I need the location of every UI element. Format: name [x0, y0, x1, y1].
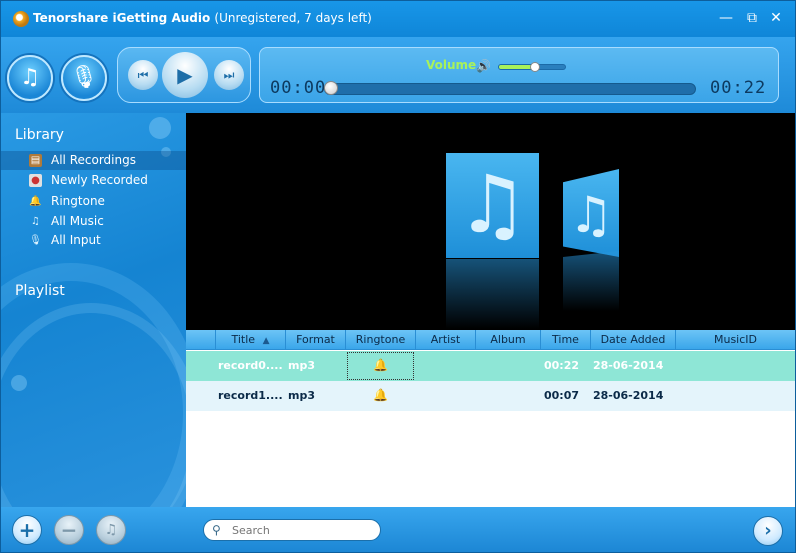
table-row[interactable]: record0.... mp3 🔔 00:22 28-06-2014: [186, 351, 795, 381]
sidebar-item-label: Ringtone: [51, 194, 105, 208]
recordings-table: Title ▲ Format Ringtone Artist Album Tim…: [186, 330, 795, 507]
sidebar-item-ringtone[interactable]: 🔔 Ringtone: [1, 192, 186, 211]
total-time: 00:22: [710, 78, 767, 98]
sidebar-item-all-input[interactable]: 🎙 All Input: [1, 231, 186, 250]
music-note-icon: ♫: [456, 158, 529, 251]
cell-time: 00:07: [544, 389, 580, 402]
cell-title: record1....: [218, 389, 283, 402]
sidebar-item-newly-recorded[interactable]: ● Newly Recorded: [1, 171, 186, 190]
column-header-date-added[interactable]: Date Added: [591, 330, 676, 350]
search-box: ⚲: [203, 519, 381, 541]
search-icon: ⚲: [212, 523, 221, 537]
music-note-icon: ♫: [20, 65, 40, 90]
column-header-artist[interactable]: Artist: [416, 330, 476, 350]
album-art-preview: ♫ ♫: [186, 113, 795, 330]
decorative-swirl: [1, 303, 186, 507]
column-header-album[interactable]: Album: [476, 330, 541, 350]
album-cover: ♫: [446, 153, 539, 258]
bell-icon[interactable]: 🔔: [373, 388, 388, 402]
app-name: Tenorshare iGetting Audio: [33, 11, 211, 25]
album-cover: ♫: [563, 169, 619, 257]
sidebar-item-label: All Recordings: [51, 153, 136, 167]
column-header-select[interactable]: [186, 330, 216, 350]
music-mode-button[interactable]: ♫: [7, 55, 53, 101]
transport-controls: ⏮ ▶ ⏭: [117, 47, 251, 103]
cell-date-added: 28-06-2014: [593, 359, 664, 372]
sidebar-item-label: All Music: [51, 214, 104, 228]
cell-date-added: 28-06-2014: [593, 389, 664, 402]
progress-panel: Volume 🔊 00:00 00:22: [259, 47, 779, 103]
bell-icon[interactable]: 🔔: [373, 358, 388, 372]
close-button[interactable]: ✕: [767, 9, 785, 27]
column-header-musicid[interactable]: MusicID: [676, 330, 795, 350]
column-header-title[interactable]: Title ▲: [216, 330, 286, 350]
play-button[interactable]: ▶: [162, 52, 208, 98]
music-convert-icon: ♫: [104, 522, 118, 538]
volume-knob[interactable]: [530, 62, 541, 72]
cell-title: record0....: [218, 359, 283, 372]
sidebar-item-label: Newly Recorded: [51, 173, 148, 187]
sidebar-item-all-recordings[interactable]: ▤ All Recordings: [1, 151, 186, 170]
remove-button[interactable]: −: [54, 515, 84, 545]
cell-album: [478, 351, 538, 381]
cell-album: [478, 381, 538, 411]
register-button[interactable]: ⧉: [743, 9, 761, 27]
volume-slider[interactable]: [498, 62, 566, 72]
column-header-ringtone[interactable]: Ringtone: [346, 330, 416, 350]
registration-status: (Unregistered, 7 days left): [214, 11, 372, 25]
window-title: Tenorshare iGetting Audio (Unregistered,…: [33, 11, 372, 25]
bottom-toolbar: + − ♫ ⚲ ›: [1, 507, 795, 552]
album-cover-reflection: [563, 251, 619, 311]
sidebar-item-label: All Input: [51, 233, 101, 247]
title-bar: Tenorshare iGetting Audio (Unregistered,…: [1, 1, 795, 37]
music-note-icon: ♫: [568, 186, 614, 244]
player-bar: ♫ 🎙 ⏮ ▶ ⏭ Volume 🔊 00:00 00:22: [1, 37, 795, 113]
new-recording-icon: ●: [29, 174, 42, 187]
next-track-button[interactable]: ⏭: [214, 60, 244, 90]
seek-knob[interactable]: [324, 81, 338, 95]
minimize-button[interactable]: —: [717, 9, 735, 27]
current-time: 00:00: [270, 78, 327, 98]
search-input[interactable]: [232, 522, 372, 538]
convert-button[interactable]: ♫: [96, 515, 126, 545]
record-mode-button[interactable]: 🎙: [61, 55, 107, 101]
app-logo-icon: [13, 11, 29, 27]
table-header: Title ▲ Format Ringtone Artist Album Tim…: [186, 330, 795, 350]
previous-button[interactable]: ⏮: [128, 60, 158, 90]
microphone-icon: 🎙: [29, 235, 42, 246]
add-button[interactable]: +: [12, 515, 42, 545]
cell-artist: [418, 381, 474, 411]
seek-bar[interactable]: [324, 83, 696, 95]
cell-musicid: [678, 351, 793, 381]
cell-time: 00:22: [544, 359, 580, 372]
sort-ascending-icon: ▲: [262, 336, 270, 346]
cell-format: mp3: [288, 359, 315, 372]
volume-label: Volume: [426, 58, 477, 72]
sidebar-item-all-music[interactable]: ♫ All Music: [1, 212, 186, 231]
sidebar: Library ▤ All Recordings ● Newly Recorde…: [1, 113, 186, 507]
speaker-icon[interactable]: 🔊: [476, 59, 491, 73]
next-page-button[interactable]: ›: [753, 516, 783, 546]
microphone-icon: 🎙: [70, 65, 98, 90]
bell-icon: 🔔: [29, 196, 42, 207]
music-icon: ♫: [31, 216, 40, 227]
cell-artist: [418, 351, 474, 381]
cell-musicid: [678, 381, 793, 411]
library-heading: Library: [15, 127, 64, 143]
decorative-bubble: [11, 375, 27, 391]
playlist-heading: Playlist: [15, 283, 65, 299]
recordings-icon: ▤: [29, 154, 42, 167]
decorative-bubble: [149, 117, 171, 139]
column-header-label: Title: [231, 333, 256, 346]
album-cover-reflection: [446, 259, 539, 329]
column-header-time[interactable]: Time: [541, 330, 591, 350]
cell-format: mp3: [288, 389, 315, 402]
table-row[interactable]: record1.... mp3 🔔 00:07 28-06-2014: [186, 381, 795, 411]
column-header-format[interactable]: Format: [286, 330, 346, 350]
app-window: Tenorshare iGetting Audio (Unregistered,…: [0, 0, 796, 553]
